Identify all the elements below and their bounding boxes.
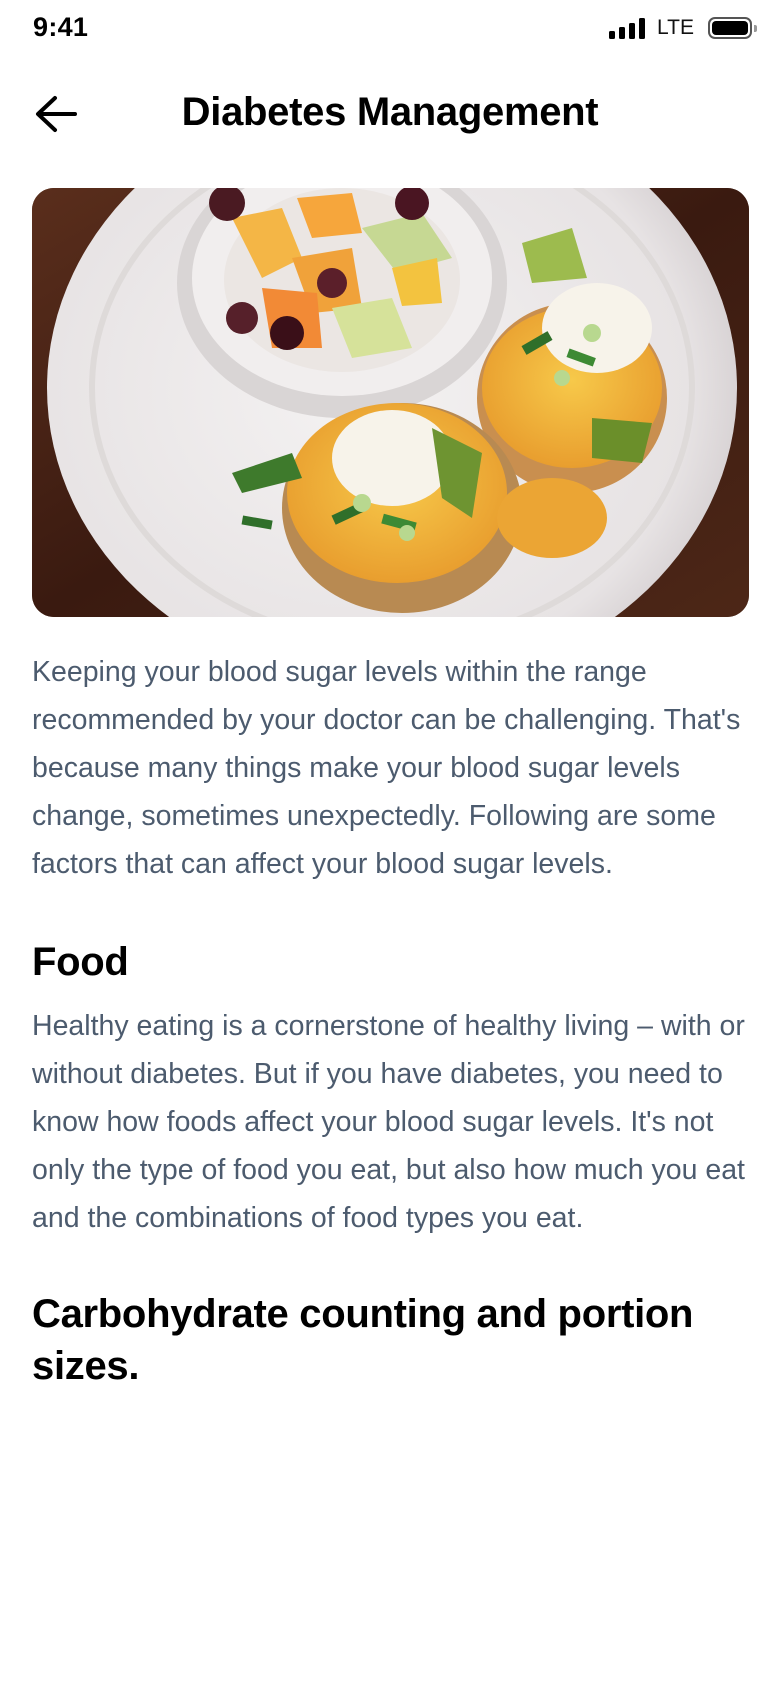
- header: Diabetes Management: [0, 80, 780, 150]
- section-body-food: Healthy eating is a cornerstone of healt…: [32, 1010, 745, 1234]
- article: Keeping your blood sugar levels within t…: [32, 648, 748, 1392]
- signal-bars-icon: [609, 17, 646, 39]
- status-time: 9:41: [33, 12, 89, 42]
- network-label: LTE: [657, 16, 694, 39]
- status-bar: 9:41 LTE: [0, 0, 780, 60]
- hero-image: [32, 188, 749, 617]
- battery-icon: [708, 17, 757, 39]
- intro-paragraph: Keeping your blood sugar levels within t…: [32, 656, 741, 880]
- section-heading-carbohydrates: Carbohydrate counting and portion sizes.: [32, 1292, 694, 1388]
- section-heading-food: Food: [32, 940, 129, 984]
- food-photo-illustration: [32, 188, 749, 617]
- status-icons: LTE: [609, 14, 757, 42]
- page-title: Diabetes Management: [181, 90, 599, 134]
